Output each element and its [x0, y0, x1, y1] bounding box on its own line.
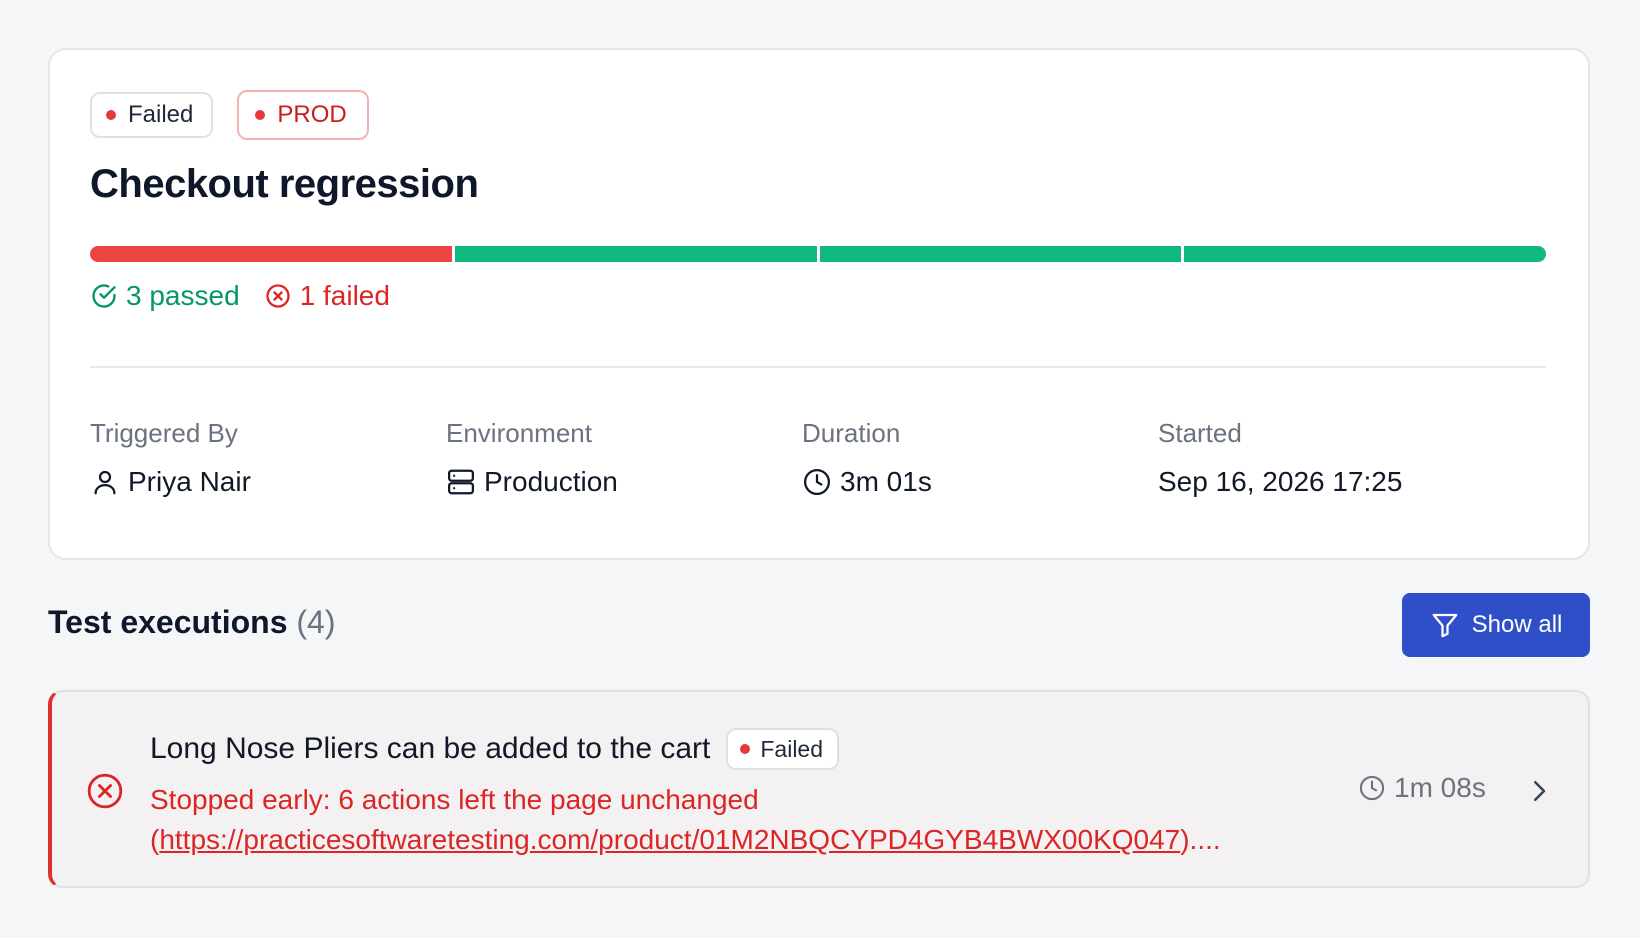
- x-circle-icon: [265, 284, 290, 308]
- execution-title: Long Nose Pliers can be added to the car…: [150, 732, 711, 765]
- execution-title-line: Long Nose Pliers can be added to the car…: [150, 728, 840, 770]
- meta-started: Started Sep 16, 2026 17:25: [1158, 418, 1402, 500]
- meta-triggered-by: Triggered By Priya Nair: [90, 418, 251, 500]
- show-all-label: Show all: [1471, 611, 1563, 638]
- progress-segment-failed: [90, 246, 452, 262]
- x-circle-icon: [87, 773, 123, 809]
- divider: [90, 366, 1546, 368]
- chevron-right-icon[interactable]: [1524, 776, 1554, 806]
- execution-status-label: Failed: [760, 735, 824, 762]
- clock-icon: [1359, 775, 1385, 801]
- execution-duration: 1m 08s: [1358, 772, 1486, 804]
- meta-label: Triggered By: [90, 418, 238, 448]
- triggered-by-value: Priya Nair: [128, 466, 251, 497]
- progress-segment-passed: [1184, 246, 1546, 262]
- failed-count-label: 1 failed: [299, 280, 390, 311]
- meta-label: Duration: [802, 418, 901, 448]
- execution-duration-value: 1m 08s: [1394, 772, 1486, 803]
- progress-segment-passed: [819, 246, 1182, 262]
- status-badge-label: Failed: [128, 101, 194, 128]
- check-circle-icon: [92, 284, 116, 308]
- clock-icon: [804, 469, 830, 495]
- error-message-link[interactable]: https://practicesoftwaretesting.com/prod…: [159, 824, 1180, 855]
- results-progress-bar: [90, 246, 1546, 262]
- user-icon: [94, 470, 116, 495]
- meta-label: Environment: [446, 418, 592, 448]
- started-value: Sep 16, 2026 17:25: [1158, 466, 1403, 497]
- duration-value: 3m 01s: [840, 466, 932, 497]
- failed-count: 1 failed: [264, 280, 390, 312]
- meta-value: Sep 16, 2026 17:25: [1158, 464, 1402, 500]
- execution-status-badge: Failed: [726, 728, 840, 770]
- environment-badge-label: PROD: [277, 101, 347, 128]
- section-title: Test executions (4): [48, 604, 335, 641]
- execution-row[interactable]: Long Nose Pliers can be added to the car…: [48, 690, 1590, 888]
- meta-environment: Environment Production: [446, 418, 618, 500]
- test-run-page: Failed PROD Checkout regression 3 passed: [0, 0, 1640, 938]
- status-dot-icon: [106, 110, 116, 120]
- execution-error-message: Stopped early: 6 actions left the page u…: [150, 780, 1350, 860]
- executions-count: (4): [296, 604, 336, 640]
- meta-value: Production: [446, 464, 618, 500]
- page-title: Checkout regression: [90, 162, 479, 206]
- section-title-label: Test executions: [48, 604, 288, 640]
- status-badge: Failed: [90, 92, 214, 138]
- environment-dot-icon: [255, 110, 266, 120]
- run-summary-card: Failed PROD Checkout regression 3 passed: [48, 48, 1590, 560]
- meta-value: Priya Nair: [90, 464, 251, 500]
- error-message-text: Stopped early: 6 actions left the page u…: [150, 784, 759, 815]
- error-message-paren-open: (: [150, 824, 160, 855]
- passed-count: 3 passed: [90, 280, 240, 312]
- show-all-button[interactable]: Show all: [1402, 593, 1590, 657]
- server-icon: [448, 469, 474, 495]
- environment-badge: PROD: [237, 90, 369, 140]
- status-dot-icon: [740, 744, 751, 754]
- meta-label: Started: [1158, 418, 1242, 448]
- error-message-suffix: )....: [1180, 824, 1221, 855]
- result-counts: 3 passed 1 failed: [90, 280, 390, 312]
- meta-value: 3m 01s: [802, 464, 932, 500]
- progress-segment-passed: [454, 246, 817, 262]
- run-badges: Failed PROD: [90, 90, 369, 140]
- meta-duration: Duration 3m 01s: [802, 418, 932, 500]
- environment-value: Production: [484, 466, 618, 497]
- filter-icon: [1432, 613, 1458, 638]
- passed-count-label: 3 passed: [126, 280, 240, 311]
